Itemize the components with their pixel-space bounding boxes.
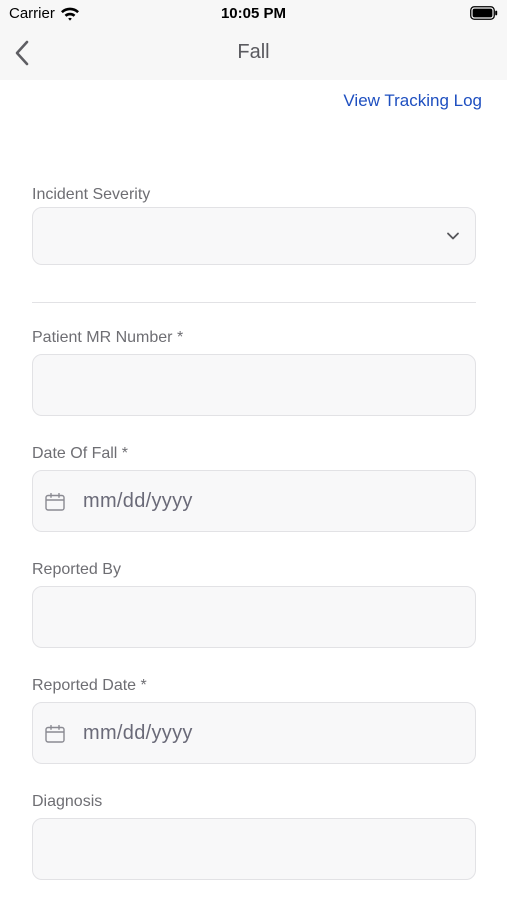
top-bar: Carrier 10:05 PM Fall (0, 0, 507, 80)
reported-date-input[interactable]: mm/dd/yyyy (32, 702, 476, 764)
view-tracking-log-link[interactable]: View Tracking Log (343, 91, 482, 111)
battery-icon (470, 6, 498, 20)
section-divider (32, 302, 476, 303)
incident-severity-label: Incident Severity (32, 186, 151, 203)
diagnosis-input[interactable] (32, 818, 476, 880)
diagnosis-label: Diagnosis (32, 793, 103, 810)
date-of-fall-label: Date Of Fall * (32, 445, 129, 462)
patient-mr-number-input[interactable] (32, 354, 476, 416)
status-bar: Carrier 10:05 PM (0, 0, 507, 28)
date-of-fall-input[interactable]: mm/dd/yyyy (32, 470, 476, 532)
date-of-fall-placeholder: mm/dd/yyyy (83, 490, 193, 512)
status-time: 10:05 PM (220, 5, 287, 22)
reported-date-label: Reported Date * (32, 677, 147, 694)
calendar-icon (45, 725, 65, 743)
chevron-down-icon (447, 232, 459, 240)
navigation-bar: Fall (0, 28, 507, 80)
reported-by-input[interactable] (32, 586, 476, 648)
calendar-icon (45, 493, 65, 511)
reported-by-label: Reported By (32, 561, 121, 578)
incident-severity-select[interactable] (32, 207, 476, 265)
page-title: Fall (237, 41, 270, 63)
patient-mr-number-label: Patient MR Number * (32, 329, 184, 346)
reported-date-placeholder: mm/dd/yyyy (83, 722, 193, 744)
